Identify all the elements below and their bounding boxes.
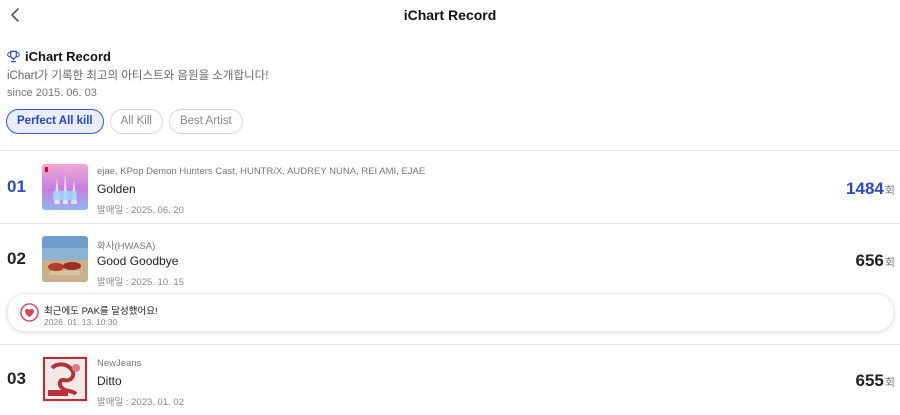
- pak-count-unit: 회: [884, 185, 895, 197]
- intro-since: since 2015. 06. 03: [7, 87, 97, 99]
- pak-notice-time: 2026. 01. 13. 10:30: [44, 317, 118, 327]
- pak-count-value: 655: [855, 371, 884, 390]
- rank-number: 01: [7, 177, 26, 196]
- pak-count-value: 1484: [846, 179, 884, 198]
- song-title: Ditto: [97, 374, 122, 388]
- pak-count: 655 회: [856, 371, 896, 391]
- intro-title-row: iChart Record: [7, 47, 887, 65]
- pak-count: 1484 회: [846, 179, 895, 199]
- pak-notice-card[interactable]: 최근에도 PAK를 달성했어요! 2026. 01. 13. 10:30: [7, 293, 894, 332]
- top-bar: iChart Record: [0, 0, 900, 32]
- release-date: 발매일 : 2025. 06. 20: [97, 205, 184, 216]
- pak-notice-message: 최근에도 PAK를 달성했어요!: [44, 306, 158, 317]
- record-row[interactable]: 03 NewJeans Ditto 발매일 : 2023. 01. 02 655…: [0, 343, 900, 415]
- intro-title: iChart Record: [25, 48, 111, 64]
- tab-perfect-all-kill[interactable]: Perfect All kill: [6, 109, 104, 134]
- pak-count-unit: 회: [884, 377, 895, 389]
- pak-count-unit: 회: [884, 257, 895, 269]
- tab-best-artist[interactable]: Best Artist: [168, 109, 243, 134]
- song-title: Golden: [97, 182, 136, 196]
- rank-number: 02: [7, 249, 26, 268]
- artist-name: NewJeans: [97, 358, 142, 369]
- tab-all-kill[interactable]: All Kill: [109, 109, 163, 134]
- trophy-icon: [7, 50, 20, 62]
- artist-name: 화사(HWASA): [97, 241, 156, 252]
- intro-description: iChart가 기록한 최고의 아티스트와 음원을 소개합니다!: [7, 70, 269, 82]
- release-date: 발매일 : 2023. 01. 02: [97, 397, 184, 408]
- heart-icon: [20, 303, 39, 322]
- page-title: iChart Record: [403, 7, 497, 23]
- artist-name: ejae, KPop Demon Hunters Cast, HUNTR/X, …: [97, 166, 426, 177]
- pak-count: 656 회: [856, 251, 896, 271]
- album-art: [42, 164, 88, 210]
- intro-section: iChart Record iChart가 기록한 최고의 아티스트와 음원을 …: [7, 47, 887, 101]
- release-date: 발매일 : 2025. 10. 15: [97, 277, 184, 288]
- album-art: [42, 236, 88, 282]
- song-title: Good Goodbye: [97, 254, 179, 268]
- record-row[interactable]: 01 ejae, KPop Demon Hunters Cast, HUNTR/…: [0, 151, 900, 223]
- rank-number: 03: [7, 369, 26, 388]
- pak-count-value: 656: [855, 251, 884, 270]
- album-art: [42, 356, 88, 402]
- record-row[interactable]: 02 화사(HWASA) Good Goodbye 발매일 : 2025. 10…: [0, 223, 900, 295]
- record-tabs: Perfect All kill All Kill Best Artist: [6, 109, 243, 134]
